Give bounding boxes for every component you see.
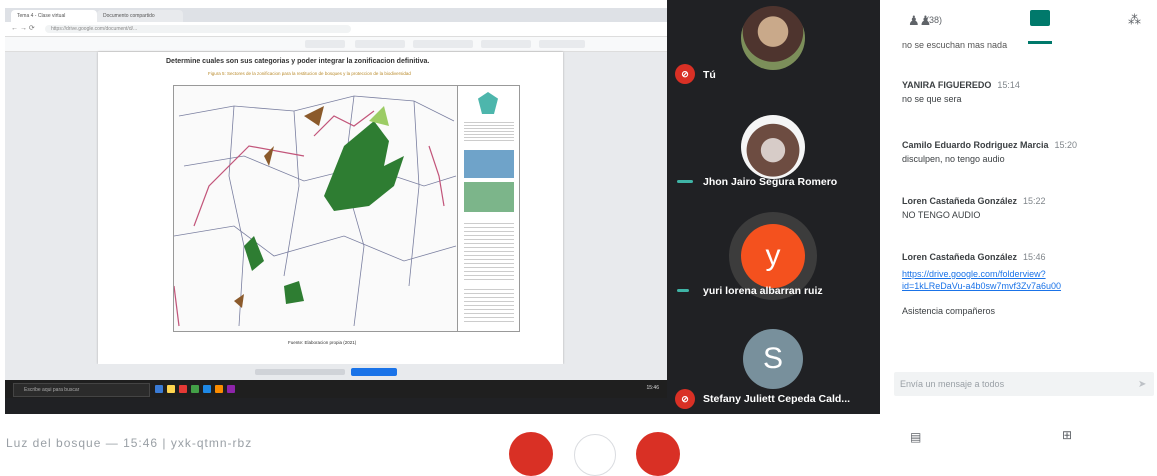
chat-time: 15:20 [1054, 140, 1078, 150]
zoom-control[interactable] [305, 40, 345, 48]
browser-tab-bar: Tema 4 - Clase virtual Documento compart… [5, 8, 667, 22]
people-count: (38) [926, 15, 943, 25]
taskbar-app-icon[interactable] [179, 385, 187, 393]
mic-off-icon: ⊘ [675, 389, 695, 409]
meeting-bottom-bar: Luz del bosque — 15:46 | yxk-qtmn-rbz [0, 414, 880, 476]
inset-map [464, 182, 514, 212]
camera-toggle-button[interactable] [636, 432, 680, 476]
chat-message: Loren Castañeda González 15:22 NO TENGO A… [902, 196, 1142, 220]
map-legend [457, 86, 519, 331]
toolbar-button[interactable] [539, 40, 585, 48]
chat-panel: ♟♟ (38) ⁂ no se escuchan mas nada YANIRA… [880, 0, 1157, 449]
taskbar-app-icon[interactable] [203, 385, 211, 393]
shared-browser-window: Tema 4 - Clase virtual Documento compart… [5, 8, 667, 380]
toolbar-button[interactable] [481, 40, 531, 48]
doc-caption: Figura 5: Sectores de la zonificacion pa… [208, 71, 411, 76]
participant-tile[interactable]: y yuri lorena albarran ruiz [667, 206, 880, 309]
participant-name: Jhon Jairo Segura Romero [703, 176, 838, 188]
map-drawing [174, 95, 457, 327]
avatar [741, 115, 805, 179]
nav-arrows-icon[interactable]: ← → ⟳ [11, 24, 35, 32]
mic-off-icon: ⊘ [675, 64, 695, 84]
taskbar-app-icon[interactable] [227, 385, 235, 393]
participant-name: Stefany Juliett Cepeda Cald... [703, 393, 851, 405]
add-icon[interactable]: ⊞ [1062, 428, 1072, 442]
mic-toggle-button[interactable] [509, 432, 553, 476]
chat-time: 15:22 [1023, 196, 1046, 206]
activities-icon[interactable]: ⁂ [1128, 12, 1141, 28]
folder-icon[interactable] [167, 385, 175, 393]
doc-toolbar [5, 37, 667, 52]
taskbar-search[interactable]: Escribe aqui para buscar [13, 383, 150, 397]
avatar: y [741, 224, 805, 288]
participant-name: yuri lorena albarran ruiz [703, 285, 823, 297]
chat-icon[interactable] [1030, 10, 1050, 26]
chat-message-text: NO TENGO AUDIO [902, 210, 981, 220]
url-field[interactable]: https://drive.google.com/document/d/... [45, 25, 351, 33]
taskbar-app-icon[interactable] [215, 385, 223, 393]
participant-tiles: ⊘ Tú Jhon Jairo Segura Romero y yuri lor… [667, 0, 880, 414]
inset-map [464, 150, 514, 178]
chat-message-text: no se que sera [902, 94, 962, 104]
participant-tile[interactable]: ⊘ Tú [667, 0, 880, 103]
chat-sender: Camilo Eduardo Rodriguez Marcia [902, 140, 1049, 150]
chat-sender: Loren Castañeda González [902, 196, 1018, 206]
chat-message: YANIRA FIGUEREDO 15:14 no se que sera [902, 80, 1142, 104]
chat-time: 15:46 [1023, 252, 1046, 262]
doc-pager [5, 364, 667, 380]
document-page: Determine cuales son sus categorias y po… [98, 52, 563, 364]
taskbar-app-icon[interactable] [191, 385, 199, 393]
chat-message: Loren Castañeda González 15:46 https://dr… [902, 252, 1142, 316]
document-area: Determine cuales son sus categorias y po… [5, 52, 667, 364]
meeting-title: Luz del bosque — 15:46 | yxk-qtmn-rbz [6, 436, 253, 450]
chat-sender: YANIRA FIGUEREDO [902, 80, 992, 90]
browser-tab[interactable]: Tema 4 - Clase virtual [11, 10, 97, 22]
chat-link[interactable]: id=1kLReDaVu-a4b0sw7mvf3Zv7a6u00 [902, 280, 1142, 292]
chat-message-text: disculpen, no tengo audio [902, 154, 1005, 164]
institution-logo-icon [478, 92, 498, 114]
taskbar-app-icon[interactable] [155, 385, 163, 393]
zoning-map [173, 85, 520, 332]
speaking-indicator-icon [677, 289, 689, 292]
chat-message: Camilo Eduardo Rodriguez Marcia 15:20 dis… [902, 140, 1142, 164]
send-icon[interactable]: ➤ [1138, 379, 1149, 390]
participant-tile[interactable]: S ⊘ Stefany Juliett Cepeda Cald... [667, 309, 880, 412]
speaking-indicator-icon [677, 180, 693, 183]
doc-source: Fuente: Elaboracion propia (2021) [288, 340, 357, 345]
chat-message-text: Asistencia compañeros [902, 306, 996, 316]
participant-tile[interactable]: Jhon Jairo Segura Romero [667, 103, 880, 206]
screen-share: Tema 4 - Clase virtual Documento compart… [5, 8, 667, 414]
chat-link[interactable]: https://drive.google.com/folderview? [902, 268, 1142, 280]
closed-caption-icon[interactable]: ▤ [910, 430, 921, 444]
avatar [741, 6, 805, 70]
chat-time: 15:14 [997, 80, 1020, 90]
leave-call-button[interactable] [574, 434, 616, 476]
browser-tab[interactable]: Documento compartido [97, 10, 183, 22]
taskbar-clock: 15:46 [646, 385, 659, 391]
active-tab-indicator [1028, 41, 1052, 44]
doc-heading: Determine cuales son sus categorias y po… [166, 58, 430, 65]
pager-button[interactable] [351, 368, 397, 376]
toolbar-button[interactable] [413, 40, 473, 48]
chat-sender: Loren Castañeda González [902, 252, 1018, 262]
windows-taskbar: Escribe aqui para buscar 15:46 [5, 380, 667, 398]
toolbar-button[interactable] [355, 40, 405, 48]
chat-input[interactable]: Envía un mensaje a todos [894, 372, 1154, 396]
chat-message-text: no se escuchan mas nada [902, 40, 1008, 50]
address-bar: ← → ⟳ https://drive.google.com/document/… [5, 22, 667, 37]
avatar: S [743, 329, 803, 389]
participant-name: Tú [703, 69, 716, 81]
